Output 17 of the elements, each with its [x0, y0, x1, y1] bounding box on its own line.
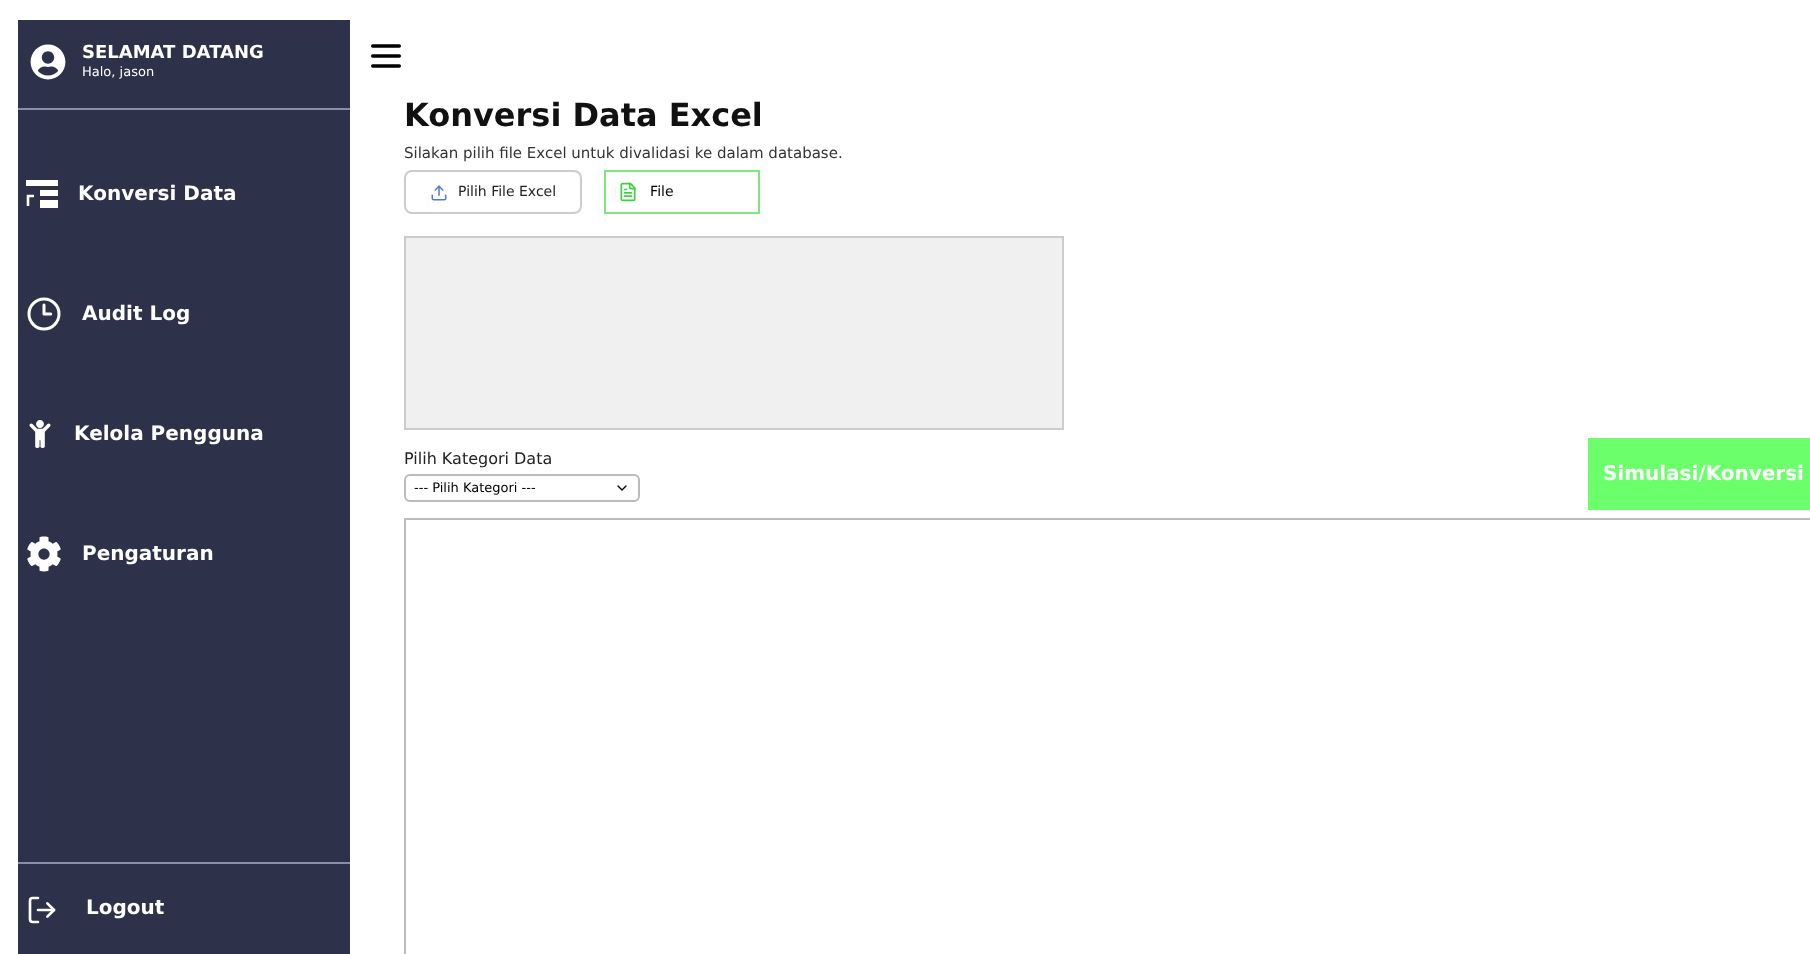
nav-item[interactable]: Audit Log — [18, 254, 350, 374]
category-label: Pilih Kategori Data — [404, 450, 555, 468]
page-title: Konversi Data Excel — [404, 96, 765, 134]
settings-icon — [26, 536, 62, 572]
logout-icon — [26, 893, 58, 925]
file-icon — [618, 182, 639, 202]
greeting: SELAMAT DATANG — [82, 44, 264, 64]
nav-item[interactable]: Kelola Pengguna — [18, 374, 350, 494]
logout-item[interactable]: Logout — [18, 862, 350, 954]
nav-item[interactable]: Konversi Data — [18, 134, 350, 254]
nav-item[interactable]: Pengaturan — [18, 494, 350, 614]
table-icon — [26, 180, 58, 208]
person-icon — [26, 420, 54, 448]
upload-icon — [430, 183, 448, 201]
user-avatar-icon — [30, 44, 66, 80]
chevron-down-icon — [614, 480, 630, 496]
clock-icon — [26, 296, 62, 332]
